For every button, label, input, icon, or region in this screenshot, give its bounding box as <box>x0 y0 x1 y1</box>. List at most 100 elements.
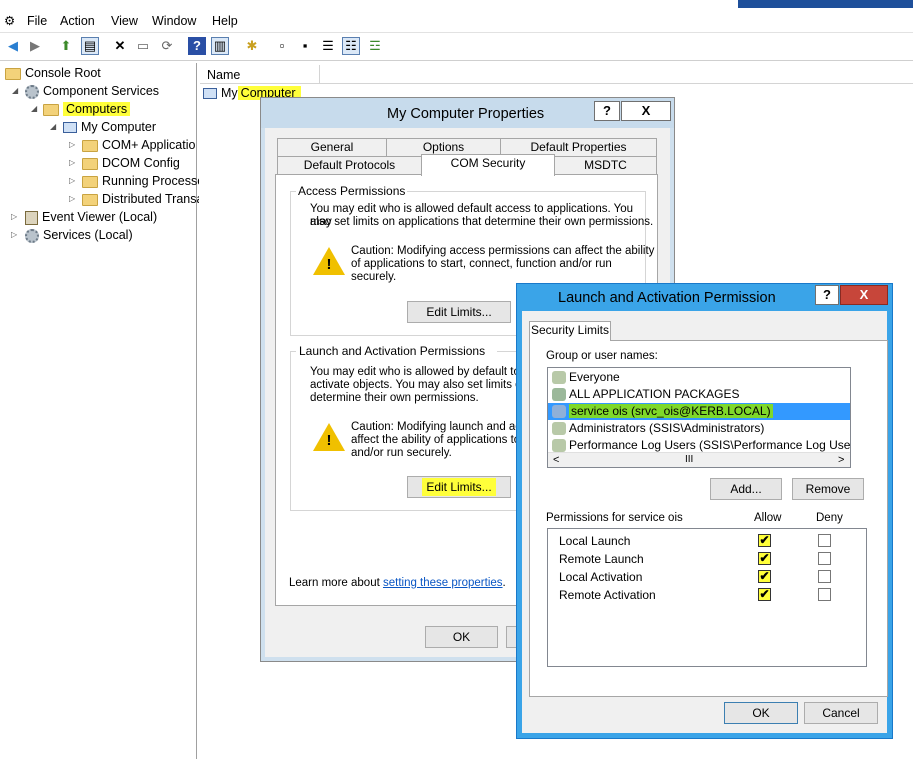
close-button[interactable]: X <box>840 285 888 305</box>
detail-view-icon[interactable]: ☷ <box>342 37 360 55</box>
close-button[interactable]: X <box>621 101 671 121</box>
expand-arrow-icon[interactable]: ◢ <box>31 100 37 118</box>
menu-file[interactable]: File <box>27 14 47 28</box>
scroll-right-icon[interactable]: > <box>838 454 844 466</box>
user-list[interactable]: Everyone ALL APPLICATION PACKAGES servic… <box>547 367 851 468</box>
user-row-service-ois[interactable]: service ois (srvc_ois@KERB.LOCAL) <box>548 403 850 420</box>
allow-header: Allow <box>754 512 782 524</box>
deny-header: Deny <box>816 512 843 524</box>
access-caution-line3: securely. <box>351 271 397 283</box>
status-view-icon[interactable]: ☲ <box>366 37 384 55</box>
tree-label: Distributed Transa <box>102 192 204 206</box>
large-icons-icon[interactable]: ▫ <box>273 37 291 55</box>
remove-button[interactable]: Remove <box>792 478 864 500</box>
small-icons-icon[interactable]: ▪ <box>296 37 314 55</box>
deny-checkbox-local-activation[interactable] <box>818 570 831 583</box>
group-icon <box>552 439 566 453</box>
tab-com-security[interactable]: COM Security <box>421 154 555 176</box>
expand-arrow-icon[interactable]: ◢ <box>12 82 18 100</box>
tree-label: Services (Local) <box>43 228 133 242</box>
properties-icon[interactable]: ▭ <box>134 37 152 55</box>
tree-label: Computers <box>63 102 131 116</box>
access-permissions-title: Access Permissions <box>296 184 408 198</box>
tree-component-services[interactable]: Component Services <box>25 82 159 100</box>
action-pane-icon[interactable]: ▥ <box>211 37 229 55</box>
tree-console-root[interactable]: Console Root <box>5 64 101 82</box>
help-icon[interactable]: ? <box>188 37 206 55</box>
add-button[interactable]: Add... <box>710 478 782 500</box>
tab-security-limits[interactable]: Security Limits <box>529 321 611 341</box>
tree-my-computer[interactable]: My Computer <box>63 118 156 136</box>
launch-caution-line3: and/or run securely. <box>351 447 452 459</box>
scroll-left-icon[interactable]: < <box>553 454 559 466</box>
tab-general[interactable]: General <box>277 138 387 157</box>
perm-remote-activation: Remote Activation <box>559 588 656 602</box>
menu-help[interactable]: Help <box>212 14 238 28</box>
collapse-arrow-icon[interactable]: ▷ <box>69 136 75 154</box>
forward-icon[interactable]: ▶ <box>26 37 44 55</box>
launch-cancel-button[interactable]: Cancel <box>804 702 878 724</box>
user-row-administrators[interactable]: Administrators (SSIS\Administrators) <box>552 420 764 437</box>
deny-checkbox-local-launch[interactable] <box>818 534 831 547</box>
collapse-arrow-icon[interactable]: ▷ <box>69 190 75 208</box>
collapse-arrow-icon[interactable]: ▷ <box>69 154 75 172</box>
tab-msdtc[interactable]: MSDTC <box>554 156 657 175</box>
dialog-title-bar[interactable]: My Computer Properties ? X <box>261 98 674 128</box>
setting-properties-link[interactable]: setting these properties <box>383 577 503 589</box>
header-divider <box>200 83 913 84</box>
scroll-thumb[interactable]: III <box>685 454 693 465</box>
app-icon[interactable]: ⚙ <box>4 13 18 28</box>
allow-checkbox-local-launch[interactable]: ✔ <box>758 534 771 547</box>
tree-computers[interactable]: Computers <box>43 100 131 118</box>
dialog-title-bar[interactable]: Launch and Activation Permission ? X <box>517 284 892 311</box>
delete-icon[interactable]: ✕ <box>111 37 129 55</box>
tree-services[interactable]: Services (Local) <box>25 226 133 244</box>
list-item-label-prefix: My <box>221 86 238 100</box>
menu-window[interactable]: Window <box>152 14 196 28</box>
launch-caution-line2: affect the ability of applications to s <box>351 434 530 446</box>
user-label: service ois (srvc_ois@KERB.LOCAL) <box>569 404 773 418</box>
user-row-all-app-packages[interactable]: ALL APPLICATION PACKAGES <box>552 386 740 403</box>
tab-default-protocols[interactable]: Default Protocols <box>277 156 422 175</box>
tree-event-viewer[interactable]: Event Viewer (Local) <box>25 208 157 226</box>
up-folder-icon[interactable]: ⬆ <box>57 37 75 55</box>
collapse-arrow-icon[interactable]: ▷ <box>11 208 17 226</box>
allow-checkbox-remote-launch[interactable]: ✔ <box>758 552 771 565</box>
help-button[interactable]: ? <box>594 101 620 121</box>
deny-checkbox-remote-activation[interactable] <box>818 588 831 601</box>
folder-icon <box>43 103 59 116</box>
collapse-arrow-icon[interactable]: ▷ <box>69 172 75 190</box>
menu-view[interactable]: View <box>111 14 138 28</box>
horizontal-scrollbar[interactable]: < III > <box>548 452 850 467</box>
props-ok-button[interactable]: OK <box>425 626 498 648</box>
show-hide-tree-icon[interactable]: ▤ <box>81 37 99 55</box>
toolbar: ◀ ▶ ⬆ ▤ ✕ ▭ ⟳ ? ▥ ✱ ▫ ▪ ☰ ☷ ☲ <box>0 33 913 61</box>
expand-arrow-icon[interactable]: ◢ <box>50 118 56 136</box>
group-icon <box>552 422 566 436</box>
access-text-line2: also set limits on applications that det… <box>310 216 654 228</box>
tree-distributed-trans[interactable]: Distributed Transa <box>82 190 203 208</box>
learn-more-text: Learn more about setting these propertie… <box>289 577 506 590</box>
help-button[interactable]: ? <box>815 285 839 305</box>
computer-icon <box>203 88 217 100</box>
column-header-name[interactable]: Name <box>200 65 320 84</box>
allow-checkbox-local-activation[interactable]: ✔ <box>758 570 771 583</box>
tree-com-apps[interactable]: COM+ Applicatio <box>82 136 195 154</box>
computer-icon <box>63 122 77 134</box>
tree-running-processes[interactable]: Running Processe <box>82 172 204 190</box>
window-controls[interactable] <box>738 0 913 8</box>
new-icon[interactable]: ✱ <box>243 37 261 55</box>
collapse-arrow-icon[interactable]: ▷ <box>11 226 17 244</box>
access-edit-limits-button[interactable]: Edit Limits... <box>407 301 511 323</box>
launch-edit-limits-button[interactable]: Edit Limits... <box>407 476 511 498</box>
back-icon[interactable]: ◀ <box>4 37 22 55</box>
access-caution-line1: Caution: Modifying access permissions ca… <box>351 245 655 257</box>
refresh-icon[interactable]: ⟳ <box>158 37 176 55</box>
list-view-icon[interactable]: ☰ <box>319 37 337 55</box>
deny-checkbox-remote-launch[interactable] <box>818 552 831 565</box>
allow-checkbox-remote-activation[interactable]: ✔ <box>758 588 771 601</box>
user-row-everyone[interactable]: Everyone <box>552 369 620 386</box>
launch-ok-button[interactable]: OK <box>724 702 798 724</box>
menu-action[interactable]: Action <box>60 14 95 28</box>
tree-dcom-config[interactable]: DCOM Config <box>82 154 180 172</box>
